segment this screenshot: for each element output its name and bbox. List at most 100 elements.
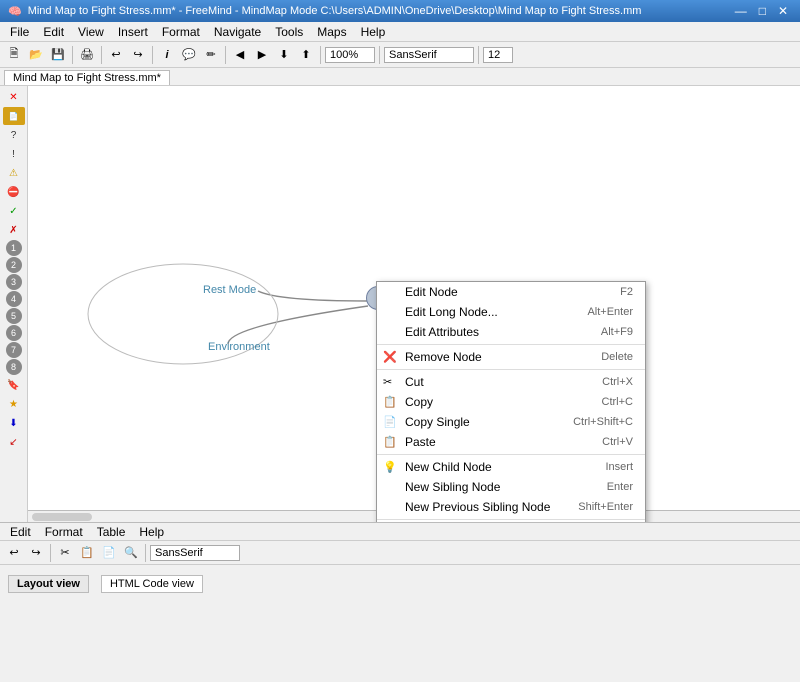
size-input[interactable] bbox=[483, 47, 513, 63]
ctx-edit-node[interactable]: Edit Node F2 bbox=[377, 282, 645, 302]
ctx-new-prev-sibling[interactable]: New Previous Sibling Node Shift+Enter bbox=[377, 497, 645, 517]
sidebar-num1-icon[interactable]: 1 bbox=[6, 240, 22, 256]
title-bar: 🧠 Mind Map to Fight Stress.mm* - FreeMin… bbox=[0, 0, 800, 22]
environment-node[interactable]: Environment bbox=[198, 338, 280, 356]
sidebar-num3-icon[interactable]: 3 bbox=[6, 274, 22, 290]
sidebar-arrow-down-icon[interactable]: ⬇ bbox=[3, 414, 25, 432]
ctx-cut[interactable]: ✂ Cut Ctrl+X bbox=[377, 372, 645, 392]
toolbar: 🗎 📂 💾 🖨 ↩ ↪ i 💬 ✏ ◀ ▶ ⬇ ⬆ bbox=[0, 42, 800, 68]
tb-open[interactable]: 📂 bbox=[26, 45, 46, 65]
bottom-menu-format[interactable]: Format bbox=[39, 524, 89, 540]
bt-undo[interactable]: ↩ bbox=[4, 543, 24, 563]
context-menu: Edit Node F2 Edit Long Node... Alt+Enter… bbox=[376, 281, 646, 522]
tab-bar: Mind Map to Fight Stress.mm* bbox=[0, 68, 800, 86]
canvas-area[interactable]: Mind Map to Fight Stress Rest Mode Food … bbox=[28, 86, 800, 522]
rest-mode-node[interactable]: Rest Mode bbox=[193, 281, 266, 299]
sidebar-cross-icon[interactable]: ✗ bbox=[3, 221, 25, 239]
h-scroll-thumb[interactable] bbox=[32, 513, 92, 521]
sidebar-num5-icon[interactable]: 5 bbox=[6, 308, 22, 324]
sidebar-num7-icon[interactable]: 7 bbox=[6, 342, 22, 358]
sidebar-num2-icon[interactable]: 2 bbox=[6, 257, 22, 273]
main-tab[interactable]: Mind Map to Fight Stress.mm* bbox=[4, 70, 170, 85]
sidebar-close-icon[interactable]: ✕ bbox=[3, 88, 25, 106]
font-input[interactable] bbox=[384, 47, 474, 63]
bt-paste[interactable]: 📄 bbox=[99, 543, 119, 563]
layout-view-tab[interactable]: Layout view bbox=[8, 575, 89, 593]
toolbar-sep-5 bbox=[320, 46, 321, 64]
zoom-input[interactable] bbox=[325, 47, 375, 63]
ctx-new-child[interactable]: 💡 New Child Node Insert bbox=[377, 457, 645, 477]
ctx-remove-node[interactable]: ❌ Remove Node Delete bbox=[377, 347, 645, 367]
ctx-new-sibling[interactable]: New Sibling Node Enter bbox=[377, 477, 645, 497]
ctx-sep-2 bbox=[377, 369, 645, 370]
menu-navigate[interactable]: Navigate bbox=[208, 23, 267, 41]
tb-save[interactable]: 💾 bbox=[48, 45, 68, 65]
toolbar-sep-7 bbox=[478, 46, 479, 64]
menu-maps[interactable]: Maps bbox=[311, 23, 352, 41]
sidebar-stop-icon[interactable]: ⛔ bbox=[3, 183, 25, 201]
bottom-menu-bar: Edit Format Table Help bbox=[0, 523, 800, 541]
tb-bold-i[interactable]: i bbox=[157, 45, 177, 65]
bottom-menu-edit[interactable]: Edit bbox=[4, 524, 37, 540]
tb-print[interactable]: 🖨 bbox=[77, 45, 97, 65]
sidebar-arrow-sw-icon[interactable]: ↙ bbox=[3, 433, 25, 451]
tb-redo[interactable]: ↪ bbox=[128, 45, 148, 65]
html-view-tab[interactable]: HTML Code view bbox=[101, 575, 203, 593]
bt-redo[interactable]: ↪ bbox=[26, 543, 46, 563]
sidebar-star-icon[interactable]: ★ bbox=[3, 395, 25, 413]
bottom-panel: Edit Format Table Help ↩ ↪ ✂ 📋 📄 🔍 Layou… bbox=[0, 522, 800, 602]
tb-bubble[interactable]: 💬 bbox=[179, 45, 199, 65]
sidebar-exclaim-icon[interactable]: ! bbox=[3, 145, 25, 163]
sidebar-num8-icon[interactable]: 8 bbox=[6, 359, 22, 375]
toolbar-sep-4 bbox=[225, 46, 226, 64]
menu-file[interactable]: File bbox=[4, 23, 35, 41]
ctx-edit-long[interactable]: Edit Long Node... Alt+Enter bbox=[377, 302, 645, 322]
sidebar-flag-icon[interactable]: 🔖 bbox=[3, 376, 25, 394]
menu-insert[interactable]: Insert bbox=[112, 23, 154, 41]
sidebar-icon-1[interactable]: 📄 bbox=[3, 107, 25, 125]
menu-view[interactable]: View bbox=[72, 23, 110, 41]
sidebar-num6-icon[interactable]: 6 bbox=[6, 325, 22, 341]
bottom-menu-help[interactable]: Help bbox=[133, 524, 170, 540]
tb-new[interactable]: 🗎 bbox=[4, 45, 24, 65]
bt-cut[interactable]: ✂ bbox=[55, 543, 75, 563]
bottom-menu-table[interactable]: Table bbox=[91, 524, 132, 540]
tb-special[interactable]: ✏ bbox=[201, 45, 221, 65]
sidebar-check-icon[interactable]: ✓ bbox=[3, 202, 25, 220]
ctx-paste[interactable]: 📋 Paste Ctrl+V bbox=[377, 432, 645, 452]
tb-nav-right[interactable]: ▶ bbox=[252, 45, 272, 65]
title-bar-left: 🧠 Mind Map to Fight Stress.mm* - FreeMin… bbox=[8, 5, 641, 18]
sidebar-warning-icon[interactable]: ⚠ bbox=[3, 164, 25, 182]
bt-search[interactable]: 🔍 bbox=[121, 543, 141, 563]
remove-icon: ❌ bbox=[383, 351, 397, 364]
cut-icon: ✂ bbox=[383, 376, 392, 389]
tb-nav-up[interactable]: ⬆ bbox=[296, 45, 316, 65]
copy-single-icon: 📄 bbox=[383, 416, 397, 429]
ctx-copy-single[interactable]: 📄 Copy Single Ctrl+Shift+C bbox=[377, 412, 645, 432]
menu-tools[interactable]: Tools bbox=[269, 23, 309, 41]
toolbar-sep-2 bbox=[101, 46, 102, 64]
sidebar-num4-icon[interactable]: 4 bbox=[6, 291, 22, 307]
close-button[interactable]: ✕ bbox=[774, 4, 792, 18]
minimize-button[interactable]: — bbox=[731, 4, 751, 18]
toolbar-sep-1 bbox=[72, 46, 73, 64]
title-bar-controls: — □ ✕ bbox=[731, 4, 792, 18]
tb-nav-down[interactable]: ⬇ bbox=[274, 45, 294, 65]
bt-font-input[interactable] bbox=[150, 545, 240, 561]
maximize-button[interactable]: □ bbox=[755, 4, 770, 18]
ctx-edit-attr[interactable]: Edit Attributes Alt+F9 bbox=[377, 322, 645, 342]
menu-help[interactable]: Help bbox=[355, 23, 392, 41]
bottom-toolbar: ↩ ↪ ✂ 📋 📄 🔍 bbox=[0, 541, 800, 565]
menu-format[interactable]: Format bbox=[156, 23, 206, 41]
menu-edit[interactable]: Edit bbox=[37, 23, 70, 41]
tb-undo[interactable]: ↩ bbox=[106, 45, 126, 65]
ctx-sep-3 bbox=[377, 454, 645, 455]
menu-bar: File Edit View Insert Format Navigate To… bbox=[0, 22, 800, 42]
sidebar-question-icon[interactable]: ? bbox=[3, 126, 25, 144]
paste-icon: 📋 bbox=[383, 436, 397, 449]
ctx-copy[interactable]: 📋 Copy Ctrl+C bbox=[377, 392, 645, 412]
tb-nav-left[interactable]: ◀ bbox=[230, 45, 250, 65]
copy-icon: 📋 bbox=[383, 396, 397, 409]
bottom-status-bar: Layout view HTML Code view bbox=[0, 565, 800, 603]
bt-copy[interactable]: 📋 bbox=[77, 543, 97, 563]
